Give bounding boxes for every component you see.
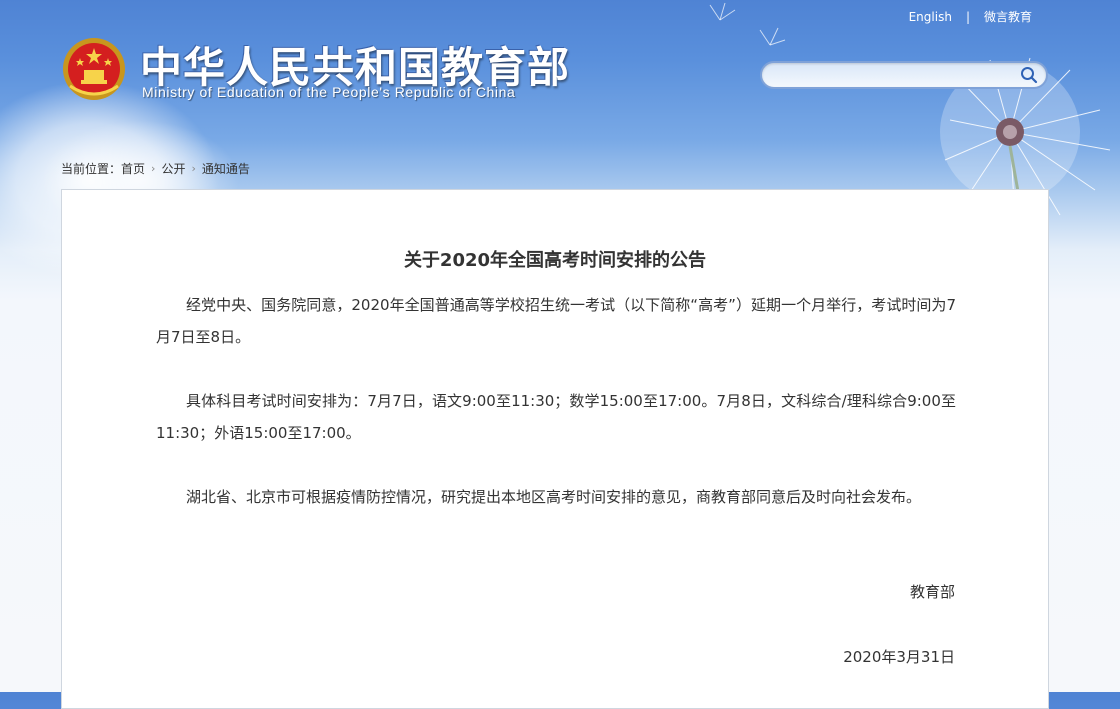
article-paragraph-1: 经党中央、国务院同意，2020年全国普通高等学校招生统一考试（以下简称“高考”）… xyxy=(156,296,956,346)
breadcrumb-item-home[interactable]: 首页 xyxy=(121,160,145,177)
signature-org: 教育部 xyxy=(909,583,955,601)
breadcrumb-item-notices[interactable]: 通知通告 xyxy=(202,160,250,177)
breadcrumb-label: 当前位置： xyxy=(61,162,122,176)
signature-date: 2020年3月31日 xyxy=(843,648,955,666)
search-icon[interactable] xyxy=(1020,66,1038,84)
chevron-right-icon: › xyxy=(151,162,156,175)
weibo-link[interactable]: 微言教育 xyxy=(984,8,1032,25)
breadcrumb: 当前位置： 首页 › 公开 › 通知通告 xyxy=(61,160,250,177)
search-input[interactable] xyxy=(774,66,1018,86)
article-paragraph-2: 具体科目考试时间安排为：7月7日，语文9:00至11:30；数学15:00至17… xyxy=(156,392,956,442)
article-panel: 关于2020年全国高考时间安排的公告 经党中央、国务院同意，2020年全国普通高… xyxy=(61,189,1049,709)
breadcrumb-item-public[interactable]: 公开 xyxy=(161,160,185,177)
top-links: English | 微言教育 xyxy=(909,8,1032,25)
national-emblem-icon xyxy=(63,38,125,100)
english-link[interactable]: English xyxy=(909,10,952,24)
seed-decoration xyxy=(709,2,786,46)
search-box xyxy=(760,61,1048,89)
article-paragraph-3: 湖北省、北京市可根据疫情防控情况，研究提出本地区高考时间安排的意见，商教育部同意… xyxy=(186,488,922,506)
site-subtitle: Ministry of Education of the People's Re… xyxy=(142,84,516,100)
chevron-right-icon: › xyxy=(191,162,196,175)
link-separator: | xyxy=(965,9,970,24)
article-title: 关于2020年全国高考时间安排的公告 xyxy=(403,250,707,271)
